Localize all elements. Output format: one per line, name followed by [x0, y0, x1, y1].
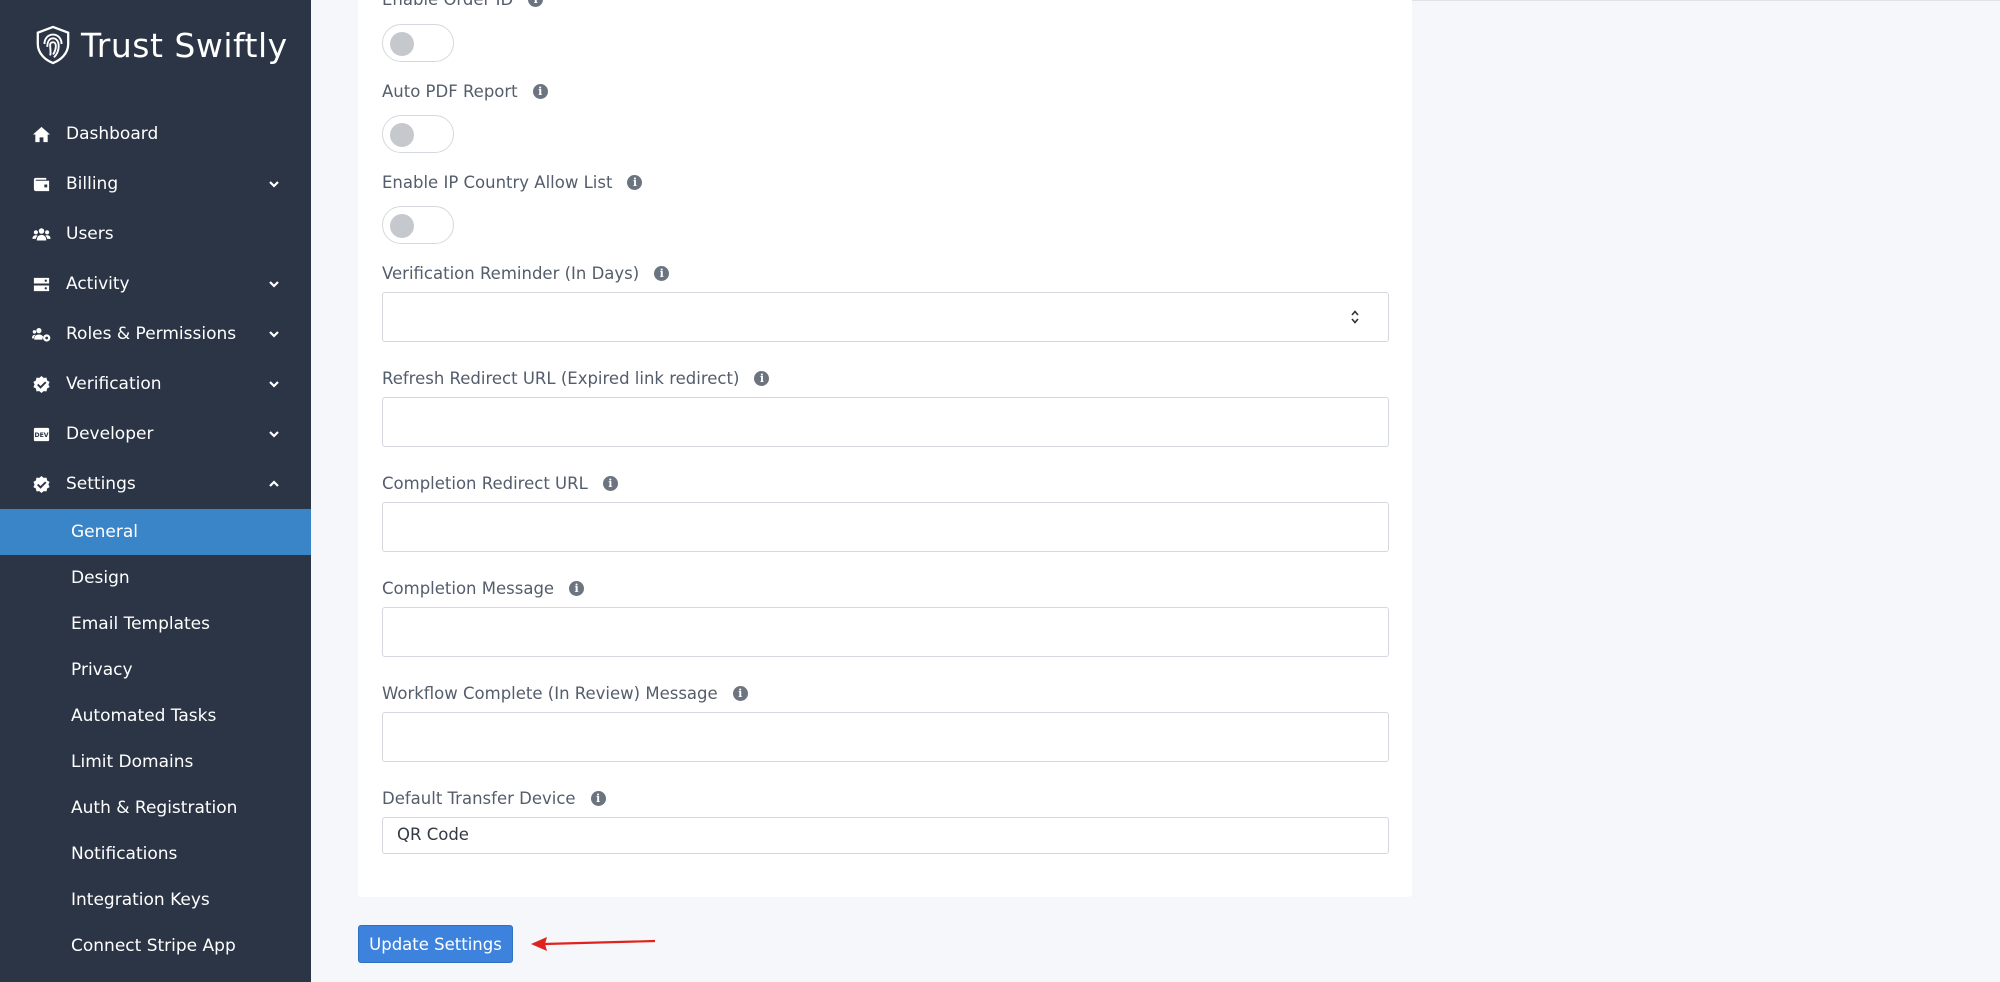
users-icon	[30, 223, 52, 245]
sidebar-item-label: Dashboard	[66, 124, 159, 144]
sidebar-item-users[interactable]: Users	[0, 209, 311, 259]
check-badge-icon	[30, 473, 52, 495]
server-icon	[30, 273, 52, 295]
sidebar-item-activity[interactable]: Activity	[0, 259, 311, 309]
sidebar-item-label: Activity	[66, 274, 130, 294]
subnav-item-privacy[interactable]: Privacy	[0, 647, 311, 693]
sidebar-item-label: Users	[66, 224, 114, 244]
completion-redirect-url-label: Completion Redirect URL i	[382, 472, 1389, 494]
info-icon[interactable]: i	[590, 790, 606, 806]
default-transfer-device-field: Default Transfer Device i	[382, 787, 1389, 809]
info-icon[interactable]: i	[528, 0, 544, 7]
ip-country-allow-list-field: Enable IP Country Allow List i	[382, 171, 1389, 193]
workflow-complete-message-label: Workflow Complete (In Review) Message i	[382, 682, 1389, 704]
auto-pdf-report-field: Auto PDF Report i	[382, 80, 1389, 102]
auto-pdf-report-toggle[interactable]	[382, 115, 454, 153]
sidebar-item-settings[interactable]: Settings	[0, 459, 311, 509]
info-icon[interactable]: i	[602, 475, 618, 491]
subnav-item-auth-registration[interactable]: Auth & Registration	[0, 785, 311, 831]
refresh-redirect-url-field: Refresh Redirect URL (Expired link redir…	[382, 367, 1389, 389]
completion-message-input[interactable]	[382, 607, 1389, 657]
default-transfer-device-select[interactable]: QR Code	[382, 817, 1389, 854]
user-group-gear-icon	[30, 323, 52, 345]
toggle-knob	[390, 123, 414, 147]
info-icon[interactable]: i	[654, 265, 670, 281]
ip-country-allow-list-label: Enable IP Country Allow List i	[382, 171, 1389, 193]
sidebar-item-label: Settings	[66, 474, 136, 494]
svg-text:DEV: DEV	[34, 432, 48, 439]
enable-order-id-label: Enable Order ID i	[382, 0, 544, 10]
sidebar-item-roles-permissions[interactable]: Roles & Permissions	[0, 309, 311, 359]
wallet-icon	[30, 173, 52, 195]
completion-redirect-url-field: Completion Redirect URL i	[382, 472, 1389, 494]
sidebar-item-label: Verification	[66, 374, 162, 394]
sidebar-item-verification[interactable]: Verification	[0, 359, 311, 409]
subnav-item-connect-stripe-app[interactable]: Connect Stripe App	[0, 923, 311, 969]
subnav-item-design[interactable]: Design	[0, 555, 311, 601]
verification-reminder-label: Verification Reminder (In Days) i	[382, 262, 1389, 284]
brand-name: Trust Swiftly	[81, 25, 288, 65]
refresh-redirect-url-input[interactable]	[382, 397, 1389, 447]
dev-icon: DEV	[30, 423, 52, 445]
sidebar: Trust Swiftly Dashboard Billing Users Ac…	[0, 0, 311, 982]
info-icon[interactable]: i	[754, 370, 770, 386]
sidebar-item-label: Roles & Permissions	[66, 324, 237, 344]
chevron-down-icon	[267, 376, 281, 390]
auto-pdf-report-label: Auto PDF Report i	[382, 80, 1389, 102]
subnav-item-integration-keys[interactable]: Integration Keys	[0, 877, 311, 923]
settings-card	[358, 0, 1412, 897]
settings-subnav: General Design Email Templates Privacy A…	[0, 509, 311, 969]
verification-reminder-field: Verification Reminder (In Days) i	[382, 262, 1389, 284]
header-divider	[1412, 0, 2000, 1]
subnav-item-notifications[interactable]: Notifications	[0, 831, 311, 877]
toggle-knob	[390, 32, 414, 56]
subnav-item-email-templates[interactable]: Email Templates	[0, 601, 311, 647]
fingerprint-shield-icon	[36, 25, 70, 65]
chevron-down-icon	[267, 326, 281, 340]
sidebar-nav: Dashboard Billing Users Activity Roles &…	[0, 109, 311, 969]
sidebar-item-label: Billing	[66, 174, 119, 194]
home-icon	[30, 123, 52, 145]
info-icon[interactable]: i	[627, 174, 643, 190]
workflow-complete-message-input[interactable]	[382, 712, 1389, 762]
update-settings-button[interactable]: Update Settings	[358, 925, 513, 963]
check-badge-icon	[30, 373, 52, 395]
workflow-complete-message-field: Workflow Complete (In Review) Message i	[382, 682, 1389, 704]
number-spinner-icon[interactable]	[1350, 307, 1360, 327]
annotation-arrow-icon	[531, 937, 656, 951]
chevron-down-icon	[267, 426, 281, 440]
chevron-down-icon	[267, 176, 281, 190]
info-icon[interactable]: i	[532, 83, 548, 99]
sidebar-item-dashboard[interactable]: Dashboard	[0, 109, 311, 159]
sidebar-item-billing[interactable]: Billing	[0, 159, 311, 209]
completion-message-field: Completion Message i	[382, 577, 1389, 599]
subnav-item-general[interactable]: General	[0, 509, 311, 555]
ip-country-allow-list-toggle[interactable]	[382, 206, 454, 244]
sidebar-item-label: Developer	[66, 424, 154, 444]
info-icon[interactable]: i	[732, 685, 748, 701]
subnav-item-automated-tasks[interactable]: Automated Tasks	[0, 693, 311, 739]
default-transfer-device-label: Default Transfer Device i	[382, 787, 1389, 809]
completion-redirect-url-input[interactable]	[382, 502, 1389, 552]
info-icon[interactable]: i	[569, 580, 585, 596]
chevron-down-icon	[267, 276, 281, 290]
brand[interactable]: Trust Swiftly	[34, 22, 288, 68]
chevron-up-icon	[267, 476, 281, 490]
sidebar-item-developer[interactable]: DEV Developer	[0, 409, 311, 459]
subnav-item-limit-domains[interactable]: Limit Domains	[0, 739, 311, 785]
toggle-knob	[390, 214, 414, 238]
enable-order-id-toggle[interactable]	[382, 24, 454, 62]
completion-message-label: Completion Message i	[382, 577, 1389, 599]
refresh-redirect-url-label: Refresh Redirect URL (Expired link redir…	[382, 367, 1389, 389]
verification-reminder-input[interactable]	[382, 292, 1389, 342]
